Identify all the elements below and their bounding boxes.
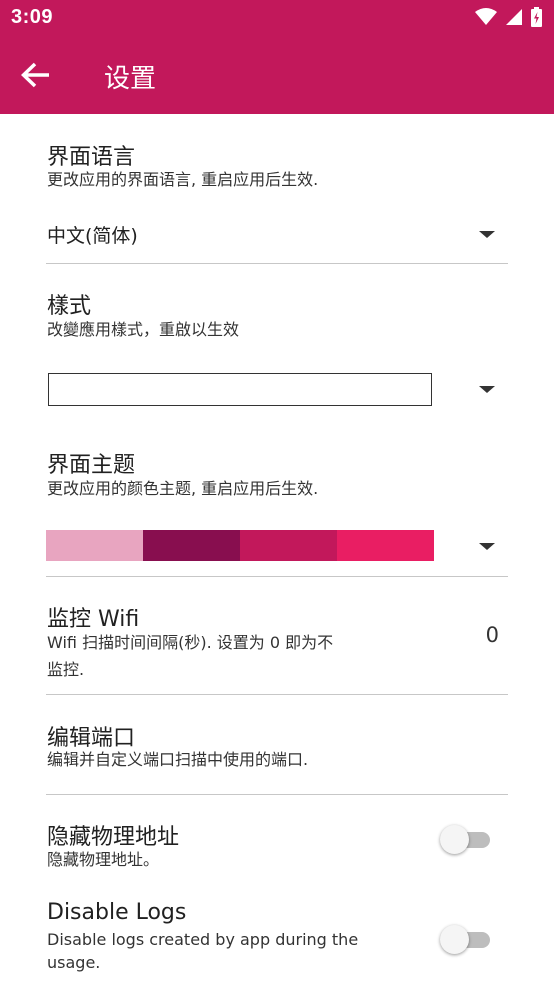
toggle-thumb: [440, 925, 469, 954]
setting-summary: Wifi 扫描时间间隔(秒). 设置为 0 即为不: [47, 633, 334, 652]
wifi-icon: [475, 8, 497, 30]
back-button[interactable]: [14, 55, 58, 99]
setting-summary: Disable logs created by app during the: [47, 930, 359, 949]
theme-swatch-4: [337, 530, 434, 561]
theme-swatch-1: [46, 530, 143, 561]
language-dropdown[interactable]: 中文(简体): [46, 210, 508, 256]
setting-summary: 编辑并自定义端口扫描中使用的端口.: [47, 750, 309, 769]
setting-title: 界面语言: [47, 145, 136, 170]
dropdown-arrow-icon: [479, 386, 495, 393]
setting-summary: usage.: [47, 953, 101, 972]
status-bar: 3:09: [0, 0, 554, 37]
setting-title: 监控 Wifi: [47, 607, 140, 632]
app-bar: 设置: [0, 37, 554, 114]
setting-disable-logs: Disable Logs Disable logs created by app…: [0, 880, 554, 984]
setting-title: 界面主题: [47, 453, 136, 478]
setting-language: 界面语言 更改应用的界面语言, 重启应用后生效. 中文(简体): [0, 114, 554, 264]
setting-title: Disable Logs: [47, 900, 187, 925]
setting-summary: 更改应用的颜色主题, 重启应用后生效.: [47, 479, 319, 498]
arrow-back-icon: [20, 62, 51, 92]
theme-swatch-2: [143, 530, 240, 561]
hide-mac-toggle[interactable]: [440, 822, 492, 856]
page-title: 设置: [104, 64, 157, 94]
setting-summary: 更改应用的界面语言, 重启应用后生效.: [47, 170, 319, 189]
status-time: 3:09: [11, 6, 54, 28]
disable-logs-toggle[interactable]: [440, 922, 492, 956]
setting-summary: 改變應用樣式，重啟以生效: [47, 320, 240, 339]
toggle-thumb: [440, 825, 469, 854]
wifi-interval-value: 0: [485, 623, 499, 647]
setting-summary: 隐藏物理地址。: [47, 850, 160, 869]
dropdown-arrow-icon: [479, 543, 495, 550]
setting-hide-mac: 隐藏物理地址 隐藏物理地址。: [0, 795, 554, 880]
setting-edit-ports[interactable]: 编辑端口 编辑并自定义端口扫描中使用的端口.: [0, 695, 554, 794]
theme-swatch-3: [240, 530, 337, 561]
battery-charging-icon: [531, 7, 542, 31]
dropdown-arrow-icon: [479, 231, 495, 238]
setting-wifi-monitor[interactable]: 监控 Wifi Wifi 扫描时间间隔(秒). 设置为 0 即为不 监控. 0: [0, 577, 554, 694]
cellular-signal-icon: [505, 8, 523, 30]
theme-color-swatches[interactable]: [46, 530, 434, 561]
language-selected-value: 中文(简体): [47, 225, 138, 247]
status-icons: [475, 7, 542, 31]
setting-summary: 监控.: [47, 660, 85, 679]
style-select-field[interactable]: [48, 373, 432, 406]
setting-title: 樣式: [47, 294, 92, 319]
setting-title: 隐藏物理地址: [47, 825, 180, 850]
